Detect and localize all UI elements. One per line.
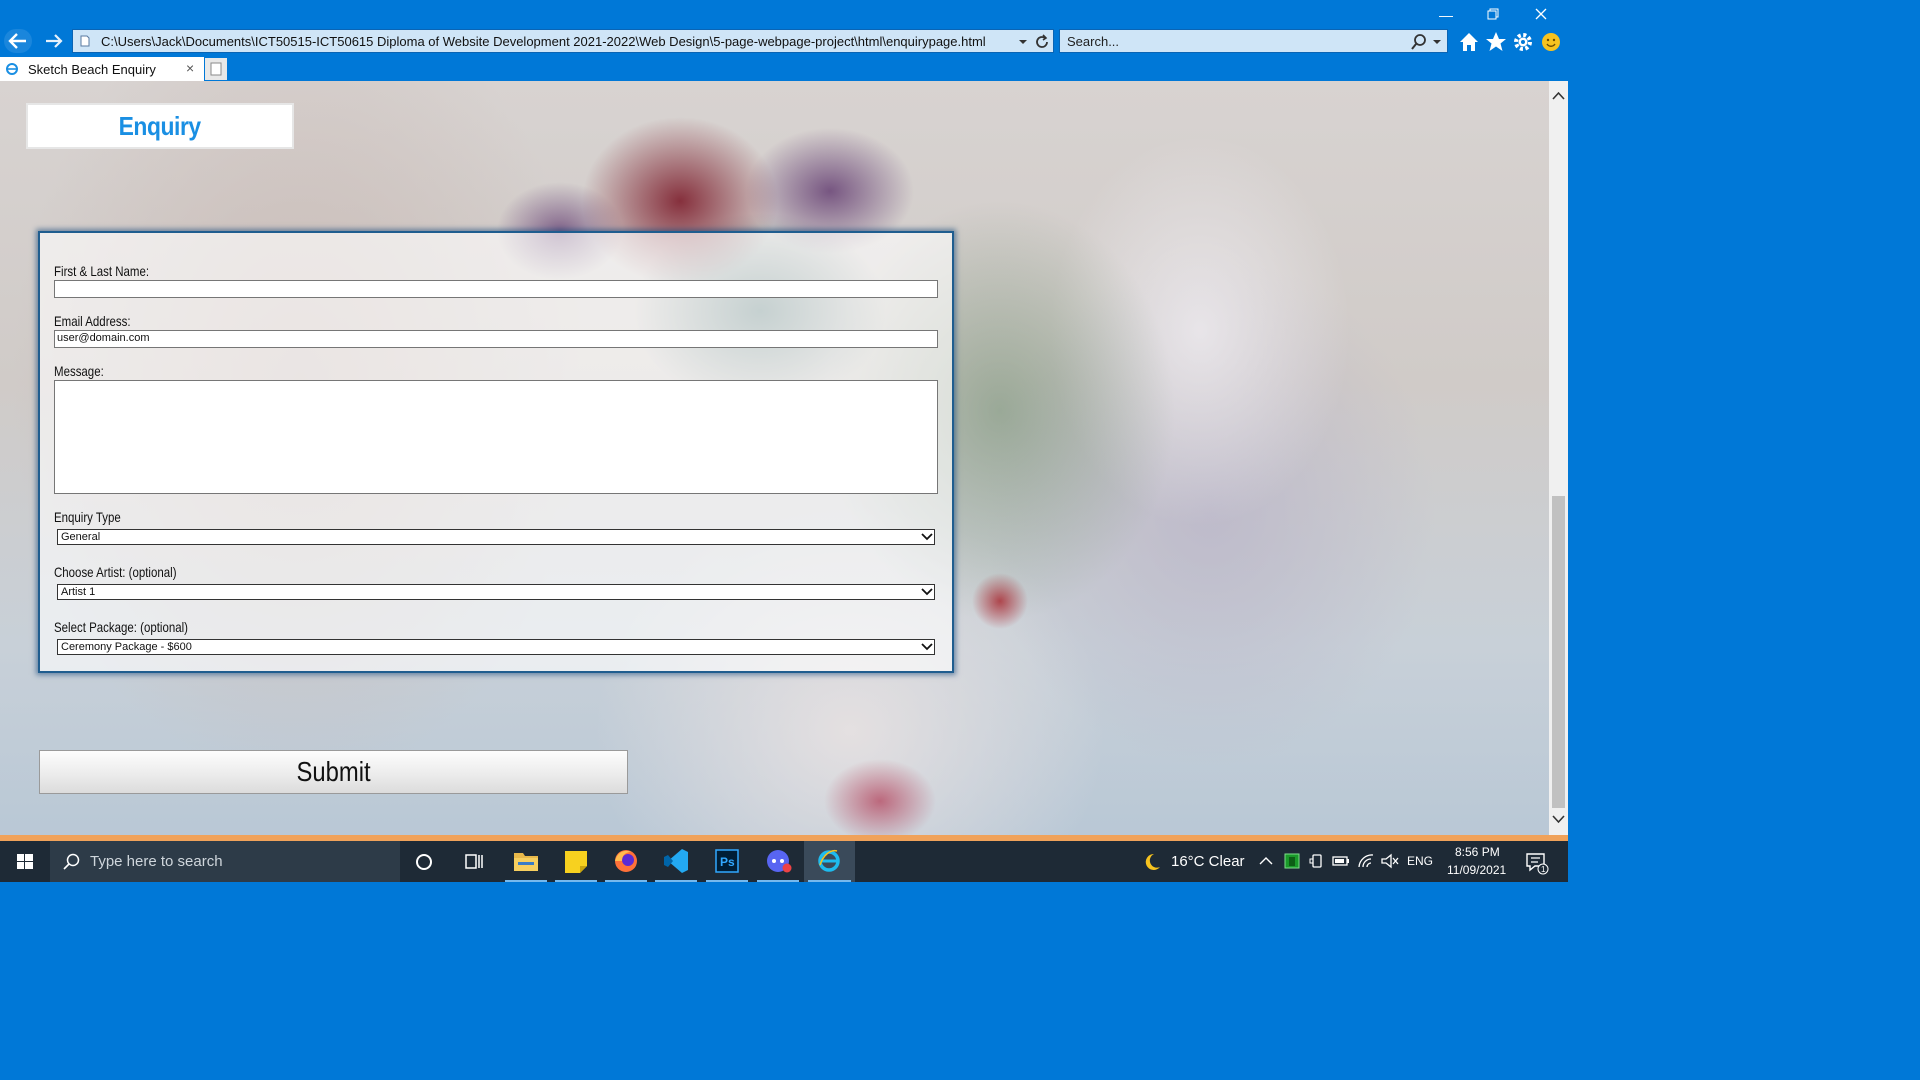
chevron-down-icon[interactable]: [1431, 36, 1443, 48]
smiley-feedback-icon[interactable]: [1539, 30, 1563, 54]
address-text: C:\Users\Jack\Documents\ICT50515-ICT5061…: [101, 34, 986, 49]
search-icon[interactable]: [1410, 33, 1428, 51]
wifi-icon[interactable]: [1356, 852, 1376, 870]
notification-icon[interactable]: 1: [1524, 851, 1550, 875]
notification-count: 1: [1541, 865, 1546, 874]
photoshop-button[interactable]: Ps: [702, 841, 752, 882]
chevron-down-icon: [921, 588, 933, 596]
address-bar[interactable]: C:\Users\Jack\Documents\ICT50515-ICT5061…: [72, 29, 1054, 53]
chevron-down-icon: [921, 643, 933, 651]
scroll-up-icon[interactable]: [1552, 91, 1565, 101]
start-button[interactable]: [0, 841, 50, 882]
svg-text:Ps: Ps: [720, 855, 735, 869]
firefox-icon: [615, 850, 637, 872]
package-value: Ceremony Package - $600: [61, 641, 192, 653]
battery-icon[interactable]: [1331, 852, 1351, 870]
page-file-icon: [80, 35, 90, 47]
forward-button[interactable]: [40, 29, 68, 53]
restore-icon: [1487, 8, 1499, 20]
discord-icon: [767, 850, 792, 873]
artist-label: Choose Artist: (optional): [54, 564, 177, 580]
task-view-button[interactable]: [449, 841, 499, 882]
message-textarea[interactable]: [54, 380, 938, 494]
arrow-right-icon: [46, 34, 63, 48]
message-label: Message:: [54, 363, 104, 379]
tab-close-icon[interactable]: ×: [186, 60, 194, 76]
sticky-notes-icon: [565, 851, 587, 873]
file-explorer-button[interactable]: [501, 841, 551, 882]
browser-search-box[interactable]: Search...: [1059, 29, 1448, 53]
cortana-button[interactable]: [399, 841, 449, 882]
battery-meter-tray-icon[interactable]: [1283, 852, 1301, 870]
device-tray-icon[interactable]: [1308, 852, 1326, 870]
tab-label: Sketch Beach Enquiry: [28, 62, 156, 77]
chevron-down-icon: [921, 533, 933, 541]
scroll-down-icon[interactable]: [1552, 814, 1565, 824]
language-indicator[interactable]: ENG: [1407, 854, 1433, 868]
internet-explorer-icon: [818, 849, 840, 872]
taskbar-search-placeholder: Type here to search: [90, 853, 223, 870]
sticky-notes-button[interactable]: [551, 841, 601, 882]
clock-date[interactable]: 11/09/2021: [1447, 863, 1506, 877]
arrow-left-icon: [8, 33, 26, 49]
search-placeholder: Search...: [1067, 34, 1120, 49]
package-select[interactable]: Ceremony Package - $600: [57, 639, 935, 655]
folder-icon: [514, 853, 538, 871]
favorites-star-icon[interactable]: [1484, 30, 1508, 54]
internet-explorer-button[interactable]: [804, 841, 855, 882]
moon-weather-icon[interactable]: [1140, 851, 1162, 873]
close-window-button[interactable]: [1518, 4, 1564, 26]
volume-muted-icon[interactable]: [1380, 852, 1400, 870]
chevron-up-icon[interactable]: [1259, 855, 1273, 867]
enquiry-type-value: General: [61, 531, 101, 543]
new-tab-button[interactable]: [205, 58, 227, 80]
firefox-button[interactable]: [601, 841, 651, 882]
chevron-down-icon[interactable]: [1017, 36, 1029, 48]
discord-button[interactable]: [753, 841, 803, 882]
photoshop-icon: Ps: [715, 849, 739, 873]
tab-sketch-beach-enquiry[interactable]: Sketch Beach Enquiry ×: [0, 57, 204, 81]
windows-logo-icon: [17, 854, 33, 869]
task-view-icon: [465, 854, 483, 869]
new-tab-icon: [210, 62, 222, 76]
scroll-thumb[interactable]: [1552, 496, 1565, 808]
close-icon: [1535, 8, 1547, 20]
minimize-button[interactable]: —: [1423, 4, 1469, 26]
submit-label: Submit: [296, 756, 371, 787]
tab-strip: Sketch Beach Enquiry ×: [0, 56, 1568, 81]
enquiry-type-select[interactable]: General: [57, 529, 935, 545]
name-field[interactable]: [54, 280, 938, 298]
taskbar-search-box[interactable]: Type here to search: [50, 841, 400, 882]
restore-button[interactable]: [1470, 4, 1516, 26]
vscode-button[interactable]: [651, 841, 701, 882]
gear-icon[interactable]: [1511, 30, 1535, 54]
submit-button[interactable]: Submit: [39, 750, 628, 794]
vertical-scrollbar[interactable]: [1549, 81, 1568, 835]
name-label: First & Last Name:: [54, 263, 150, 279]
heading-box: Enquiry: [26, 103, 294, 149]
browser-chrome: — C:\Users\Jack\Documents\ICT50515-ICT50…: [0, 0, 1568, 81]
email-label: Email Address:: [54, 313, 131, 329]
page-title: Enquiry: [118, 111, 202, 141]
page-viewport: Enquiry First & Last Name: Email Address…: [0, 81, 1549, 835]
artist-value: Artist 1: [61, 586, 96, 598]
search-icon: [63, 853, 80, 870]
enquiry-type-label: Enquiry Type: [54, 509, 121, 525]
clock-time[interactable]: 8:56 PM: [1455, 845, 1500, 859]
home-icon[interactable]: [1457, 30, 1481, 54]
artist-select[interactable]: Artist 1: [57, 584, 935, 600]
cortana-icon: [416, 854, 432, 870]
refresh-icon[interactable]: [1033, 33, 1051, 51]
enquiry-form: First & Last Name: Email Address: user@d…: [38, 231, 954, 673]
back-button[interactable]: [4, 29, 32, 53]
vscode-icon: [664, 849, 688, 873]
weather-text[interactable]: 16°C Clear: [1171, 853, 1245, 870]
internet-explorer-icon: [6, 63, 18, 75]
email-field[interactable]: user@domain.com: [54, 330, 938, 348]
windows-taskbar: Type here to search Ps 16°C Clear ENG 8:…: [0, 841, 1568, 882]
package-label: Select Package: (optional): [54, 619, 189, 635]
